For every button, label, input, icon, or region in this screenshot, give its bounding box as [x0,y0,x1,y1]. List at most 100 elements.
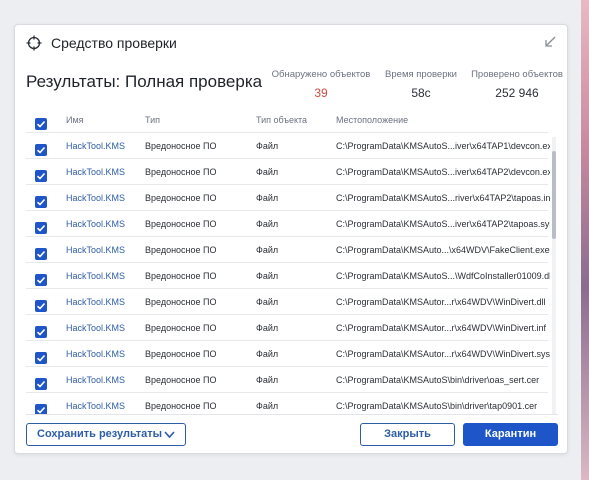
table-row[interactable]: HackTool.KMS Вредоносное ПО Файл C:\Program… [26,133,550,159]
threat-type: Вредоносное ПО [145,349,217,359]
checkmark-icon[interactable] [35,196,47,208]
stat-checked: Проверено объектов 252 946 [469,69,565,100]
page-title: Результаты: Полная проверка [26,72,263,91]
close-button[interactable]: Закрыть [360,423,455,446]
checkmark-icon[interactable] [35,222,47,234]
object-type: Файл [256,167,279,177]
object-type: Файл [256,401,279,411]
object-type: Файл [256,297,279,307]
threat-type: Вредоносное ПО [145,375,217,385]
results-table: Имя Тип Тип объекта Местоположение HackT… [26,107,558,415]
object-type: Файл [256,375,279,385]
file-location: C:\ProgramData\KMSAutor...r\x64WDV\WinDi… [336,297,546,307]
file-location: C:\ProgramData\KMSAutoS...iver\x64TAP1\d… [336,141,550,151]
row-checkbox[interactable] [35,159,49,185]
stat-detected-label: Обнаружено объектов [271,69,371,80]
threat-name-link[interactable]: HackTool.KMS [66,393,144,414]
table-row[interactable]: HackTool.KMS Вредоносное ПО Файл C:\Program… [26,367,548,393]
checkmark-icon[interactable] [35,144,47,156]
threat-name-link[interactable]: HackTool.KMS [66,133,144,159]
threat-type: Вредоносное ПО [145,297,217,307]
table-row[interactable]: HackTool.KMS Вредоносное ПО Файл C:\Program… [26,211,550,237]
table-row[interactable]: HackTool.KMS Вредоносное ПО Файл C:\Program… [26,393,548,414]
row-checkbox[interactable] [35,341,49,367]
row-checkbox[interactable] [35,185,49,211]
checkmark-icon[interactable] [35,118,47,130]
table-row[interactable]: HackTool.KMS Вредоносное ПО Файл C:\Program… [26,159,550,185]
threat-type: Вредоносное ПО [145,193,217,203]
checkmark-icon[interactable] [35,170,47,182]
stat-detected-value: 39 [314,86,328,100]
object-type: Файл [256,349,279,359]
save-results-label: Сохранить результаты [37,428,163,440]
file-location: C:\ProgramData\KMSAuto...\x64WDV\FakeCli… [336,245,550,255]
threat-name-link[interactable]: HackTool.KMS [66,211,144,237]
table-row[interactable]: HackTool.KMS Вредоносное ПО Файл C:\Program… [26,289,548,315]
stat-time-label: Время проверки [385,69,457,80]
table-row[interactable]: HackTool.KMS Вредоносное ПО Файл C:\Program… [26,185,550,211]
chevron-down-icon [164,431,175,439]
stat-checked-label: Проверено объектов [471,69,563,80]
row-checkbox[interactable] [35,263,49,289]
file-location: C:\ProgramData\KMSAutoS\bin\driver\tap09… [336,401,538,411]
checkmark-icon[interactable] [35,326,47,338]
threat-name-link[interactable]: HackTool.KMS [66,159,144,185]
object-type: Файл [256,141,279,151]
background-strip [581,0,589,480]
column-header-location[interactable]: Местоположение [336,107,550,133]
threat-name-link[interactable]: HackTool.KMS [66,185,144,211]
threat-name-link[interactable]: HackTool.KMS [66,263,144,289]
object-type: Файл [256,245,279,255]
threat-type: Вредоносное ПО [145,167,217,177]
threat-name-link[interactable]: HackTool.KMS [66,341,144,367]
row-checkbox[interactable] [35,211,49,237]
checkmark-icon[interactable] [35,248,47,260]
checkmark-icon[interactable] [35,378,47,390]
threat-name-link[interactable]: HackTool.KMS [66,315,144,341]
row-checkbox[interactable] [35,133,49,159]
table-header: Имя Тип Тип объекта Местоположение [26,107,548,133]
stat-checked-value: 252 946 [495,86,539,100]
table-row[interactable]: HackTool.KMS Вредоносное ПО Файл C:\Program… [26,341,550,367]
object-type: Файл [256,271,279,281]
threat-type: Вредоносное ПО [145,271,217,281]
threat-name-link[interactable]: HackTool.KMS [66,237,144,263]
file-location: C:\ProgramData\KMSAutor...r\x64WDV\WinDi… [336,349,550,359]
column-header-type[interactable]: Тип [145,107,255,133]
checkmark-icon[interactable] [35,300,47,312]
stat-detected: Обнаружено объектов 39 [271,69,371,100]
save-results-button[interactable]: Сохранить результаты [26,423,186,446]
row-checkbox[interactable] [35,315,49,341]
threat-type: Вредоносное ПО [145,219,217,229]
file-location: C:\ProgramData\KMSAutoS\bin\driver\oas_s… [336,375,540,385]
column-header-object-type[interactable]: Тип объекта [256,107,334,133]
file-location: C:\ProgramData\KMSAutoS...river\x64TAP2\… [336,193,550,203]
row-checkbox[interactable] [35,289,49,315]
file-location: C:\ProgramData\KMSAutoS...\WdfCoInstalle… [336,271,550,281]
crosshair-icon [26,35,42,51]
table-scrollbar-thumb[interactable] [552,151,556,239]
row-checkbox[interactable] [35,237,49,263]
stat-time: Время проверки 58с [375,69,467,100]
title-bar: Средство проверки [15,25,567,61]
threat-name-link[interactable]: HackTool.KMS [66,367,144,393]
table-row[interactable]: HackTool.KMS Вредоносное ПО Файл C:\Program… [26,315,548,341]
table-row[interactable]: HackTool.KMS Вредоносное ПО Файл C:\Program… [26,237,550,263]
object-type: Файл [256,219,279,229]
table-row[interactable]: HackTool.KMS Вредоносное ПО Файл C:\Program… [26,263,550,289]
threat-name-link[interactable]: HackTool.KMS [66,289,144,315]
collapse-arrow-icon[interactable] [543,35,557,49]
threat-type: Вредоносное ПО [145,141,217,151]
file-location: C:\ProgramData\KMSAutoS...iver\x64TAP2\d… [336,167,550,177]
stat-time-value: 58с [411,86,431,100]
checkmark-icon[interactable] [35,274,47,286]
checkmark-icon[interactable] [35,404,47,414]
row-checkbox[interactable] [35,367,49,393]
object-type: Файл [256,323,279,333]
row-checkbox[interactable] [35,393,49,414]
select-all-checkbox[interactable] [35,107,49,133]
file-location: C:\ProgramData\KMSAutoS...iver\x64TAP2\t… [336,219,550,229]
checkmark-icon[interactable] [35,352,47,364]
quarantine-button[interactable]: Карантин [463,423,558,446]
column-header-name[interactable]: Имя [66,107,144,133]
